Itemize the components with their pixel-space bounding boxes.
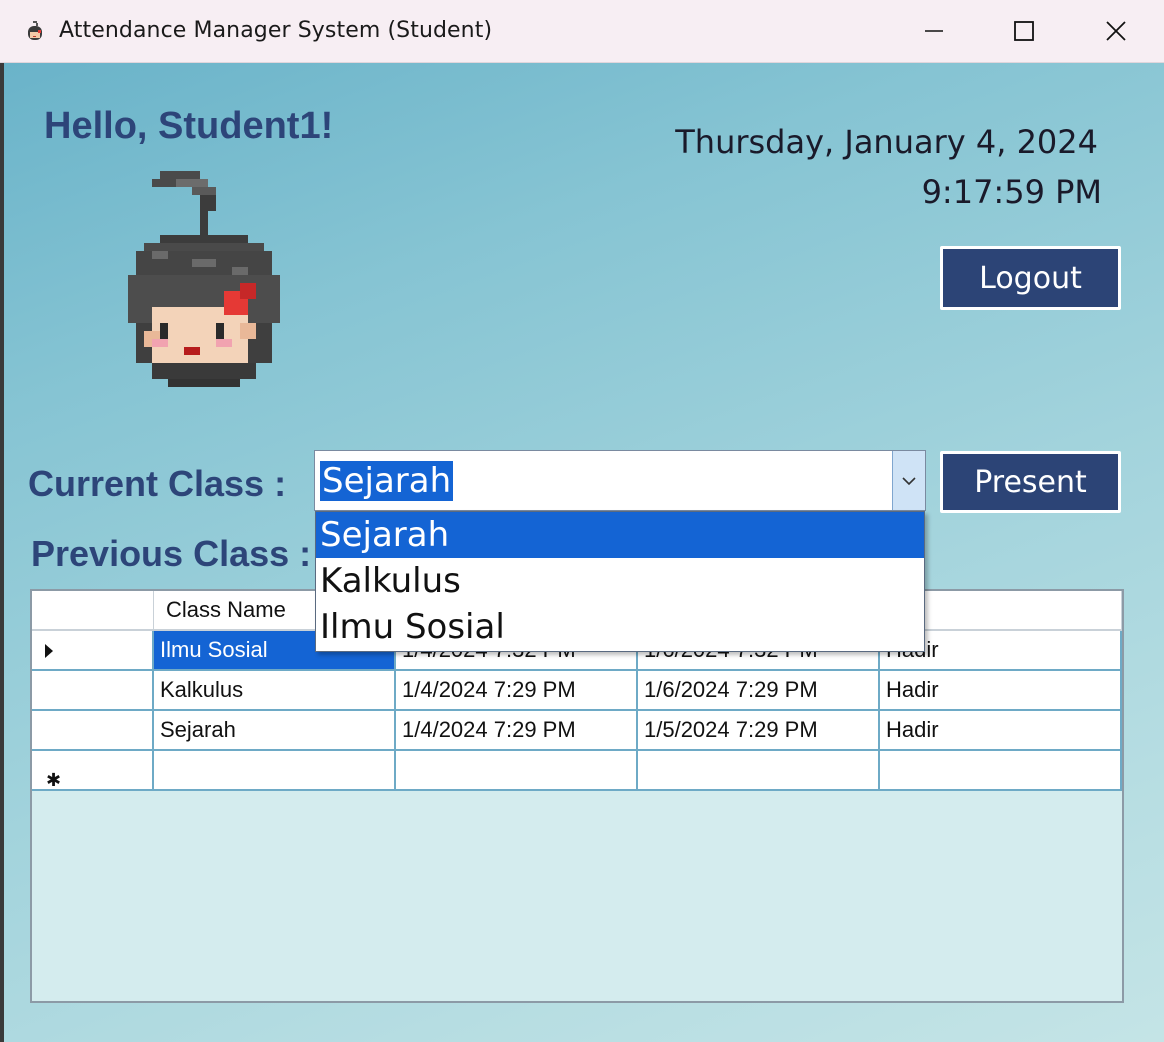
row-header[interactable]: ✱ [32,751,154,791]
window-title: Attendance Manager System (Student) [59,18,493,43]
time-label: 9:17:59 PM [921,173,1102,211]
chevron-down-icon [902,476,916,485]
table-cell[interactable]: Hadir [880,671,1122,711]
row-header[interactable] [32,631,154,671]
dropdown-option[interactable]: Ilmu Sosial [316,604,924,650]
client-area: Hello, Student1! Thursday, January 4, 20… [4,63,1164,1042]
dropdown-option[interactable]: Sejarah [316,512,924,558]
app-icon [28,21,42,40]
current-class-label: Current Class : [28,463,287,504]
table-cell[interactable]: 1/6/2024 7:29 PM [638,671,880,711]
table-cell[interactable]: 1/5/2024 7:29 PM [638,711,880,751]
close-icon [1106,21,1126,41]
greeting-label: Hello, Student1! [44,105,334,147]
table-cell[interactable]: Hadir [880,711,1122,751]
table-cell[interactable]: 1/4/2024 7:29 PM [396,671,638,711]
class-dropdown-list: Sejarah Kalkulus Ilmu Sosial [315,511,925,652]
table-cell[interactable]: Sejarah [154,711,396,751]
row-header[interactable] [32,711,154,751]
present-button[interactable]: Present [940,451,1121,513]
new-row[interactable]: ✱ [32,751,1122,791]
table-cell[interactable]: Kalkulus [154,671,396,711]
table-cell[interactable] [396,751,638,791]
title-bar: Attendance Manager System (Student) [0,0,1164,63]
maximize-button[interactable] [978,0,1070,62]
new-row-asterisk-icon: ✱ [46,770,62,790]
maximize-icon [1014,21,1034,41]
table-row[interactable]: Sejarah 1/4/2024 7:29 PM 1/5/2024 7:29 P… [32,711,1122,751]
dropdown-option[interactable]: Kalkulus [316,558,924,604]
current-class-combobox[interactable]: Sejarah [314,450,926,511]
close-button[interactable] [1070,0,1162,62]
table-cell[interactable]: 1/4/2024 7:29 PM [396,711,638,751]
previous-class-label: Previous Class : [31,533,312,574]
table-cell[interactable] [638,751,880,791]
current-row-arrow-icon [45,644,53,658]
dropdown-arrow-button[interactable] [892,451,925,510]
table-cell[interactable] [154,751,396,791]
avatar [128,171,280,387]
date-label: Thursday, January 4, 2024 [675,123,1098,161]
minimize-icon [925,30,943,32]
table-row[interactable]: Kalkulus 1/4/2024 7:29 PM 1/6/2024 7:29 … [32,671,1122,711]
table-cell[interactable] [880,751,1122,791]
row-header[interactable] [32,671,154,711]
minimize-button[interactable] [888,0,980,62]
current-class-value[interactable]: Sejarah [320,461,454,501]
app-window: Attendance Manager System (Student) Hell… [0,0,1164,1042]
logout-button[interactable]: Logout [940,246,1121,310]
row-header-corner[interactable] [32,591,154,631]
